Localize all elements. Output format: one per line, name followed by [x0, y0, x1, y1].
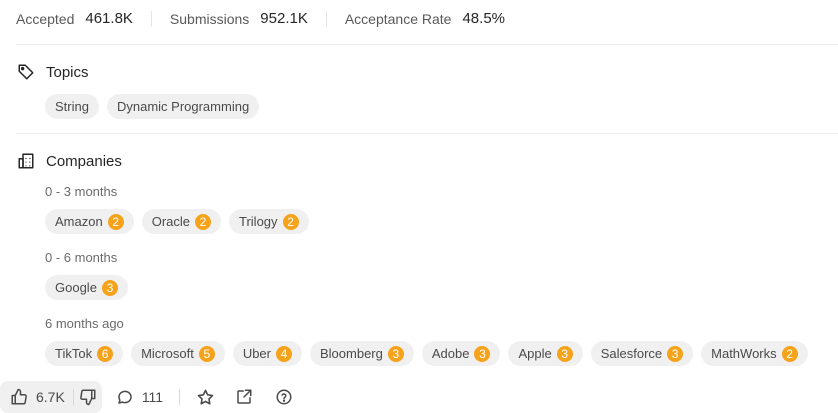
favorite-button[interactable] [196, 388, 215, 407]
frequency-badge: 2 [107, 213, 124, 230]
thumbs-down-icon [79, 388, 97, 406]
company-tag[interactable]: Apple 3 [508, 341, 583, 366]
section-title: Topics [46, 63, 89, 81]
dislike-button[interactable] [74, 381, 102, 413]
company-tag[interactable]: Trilogy 2 [229, 209, 309, 234]
stat-submissions: Submissions 952.1K [170, 10, 308, 27]
frequency-badge: 4 [276, 345, 292, 362]
stat-label: Submissions [169, 10, 250, 27]
section-title: Companies [46, 152, 122, 170]
company-name: Trilogy [239, 214, 278, 229]
company-tag[interactable]: Microsoft 5 [131, 341, 225, 366]
company-group: TikTok 6 Microsoft 5 Uber 4 Bloomberg 3 Adob… [45, 341, 808, 366]
topics-header[interactable]: Topics [16, 62, 89, 82]
company-tag[interactable]: TikTok 6 [45, 341, 124, 366]
frequency-badge: 2 [282, 213, 299, 230]
frequency-badge: 6 [97, 345, 114, 362]
topic-tag[interactable]: String [45, 94, 99, 119]
divider [150, 10, 152, 27]
tag-icon [16, 62, 36, 82]
section-divider [16, 133, 838, 134]
like-dislike-group: 6.7K [0, 381, 102, 413]
share-button[interactable] [235, 388, 253, 406]
frequency-badge: 2 [195, 213, 211, 230]
help-icon [275, 388, 293, 406]
star-icon [196, 388, 215, 407]
frequency-badge: 3 [474, 345, 491, 362]
comment-icon [116, 388, 134, 406]
company-tag[interactable]: Google 3 [45, 275, 128, 300]
stat-value: 48.5% [462, 10, 506, 27]
like-count: 6.7K [36, 389, 65, 405]
divider [325, 10, 327, 27]
company-name: Apple [518, 346, 552, 361]
bottom-toolbar: 6.7K 111 [0, 381, 293, 413]
thumbs-up-icon [10, 388, 28, 406]
frequency-badge: 2 [781, 345, 798, 362]
building-icon [16, 151, 36, 171]
company-tag[interactable]: MathWorks 2 [701, 341, 808, 366]
company-name: Microsoft [141, 346, 194, 361]
like-button[interactable]: 6.7K [10, 381, 65, 413]
company-tag[interactable]: Uber 4 [232, 341, 302, 366]
problem-info-panel: Accepted 461.8K Submissions 952.1K Accep… [0, 0, 838, 413]
period-label: 0 - 6 months [45, 250, 118, 265]
comments-button[interactable]: 111 [116, 388, 163, 406]
frequency-badge: 5 [198, 345, 215, 362]
stat-accepted: Accepted 461.8K [16, 10, 133, 27]
company-name: Amazon [55, 214, 103, 229]
stat-value: 952.1K [260, 10, 308, 27]
frequency-badge: 3 [101, 279, 118, 296]
stat-label: Accepted [16, 10, 75, 27]
company-tag[interactable]: Oracle 2 [141, 209, 221, 234]
company-tag[interactable]: Amazon 2 [45, 209, 134, 234]
company-tag[interactable]: Salesforce 3 [590, 341, 694, 366]
company-name: Uber [242, 346, 271, 361]
company-name: MathWorks [711, 346, 777, 361]
company-tag[interactable]: Adobe 3 [421, 341, 501, 366]
stat-acceptance-rate: Acceptance Rate 48.5% [345, 10, 505, 27]
company-name: Google [55, 280, 97, 295]
frequency-badge: 3 [387, 345, 404, 362]
topic-tags: String Dynamic Programming [45, 94, 260, 119]
stat-value: 461.8K [85, 10, 133, 27]
period-label: 0 - 3 months [45, 184, 118, 199]
topic-tag[interactable]: Dynamic Programming [106, 94, 260, 119]
period-label: 6 months ago [45, 316, 124, 331]
company-name: Adobe [431, 346, 470, 361]
frequency-badge: 3 [556, 345, 573, 362]
company-name: Oracle [151, 214, 190, 229]
section-divider [16, 44, 838, 45]
company-name: TikTok [55, 346, 93, 361]
frequency-badge: 3 [667, 345, 684, 362]
divider [179, 389, 181, 405]
help-button[interactable] [275, 388, 293, 406]
stat-label: Acceptance Rate [344, 10, 452, 27]
share-icon [235, 388, 253, 406]
company-group: Amazon 2 Oracle 2 Trilogy 2 [45, 209, 309, 234]
comment-count: 111 [141, 389, 164, 405]
company-group: Google 3 [45, 275, 128, 300]
company-name: Bloomberg [320, 346, 383, 361]
company-name: Salesforce [600, 346, 663, 361]
company-tag[interactable]: Bloomberg 3 [310, 341, 414, 366]
companies-header[interactable]: Companies [16, 151, 122, 171]
stats-row: Accepted 461.8K Submissions 952.1K Accep… [16, 0, 505, 37]
